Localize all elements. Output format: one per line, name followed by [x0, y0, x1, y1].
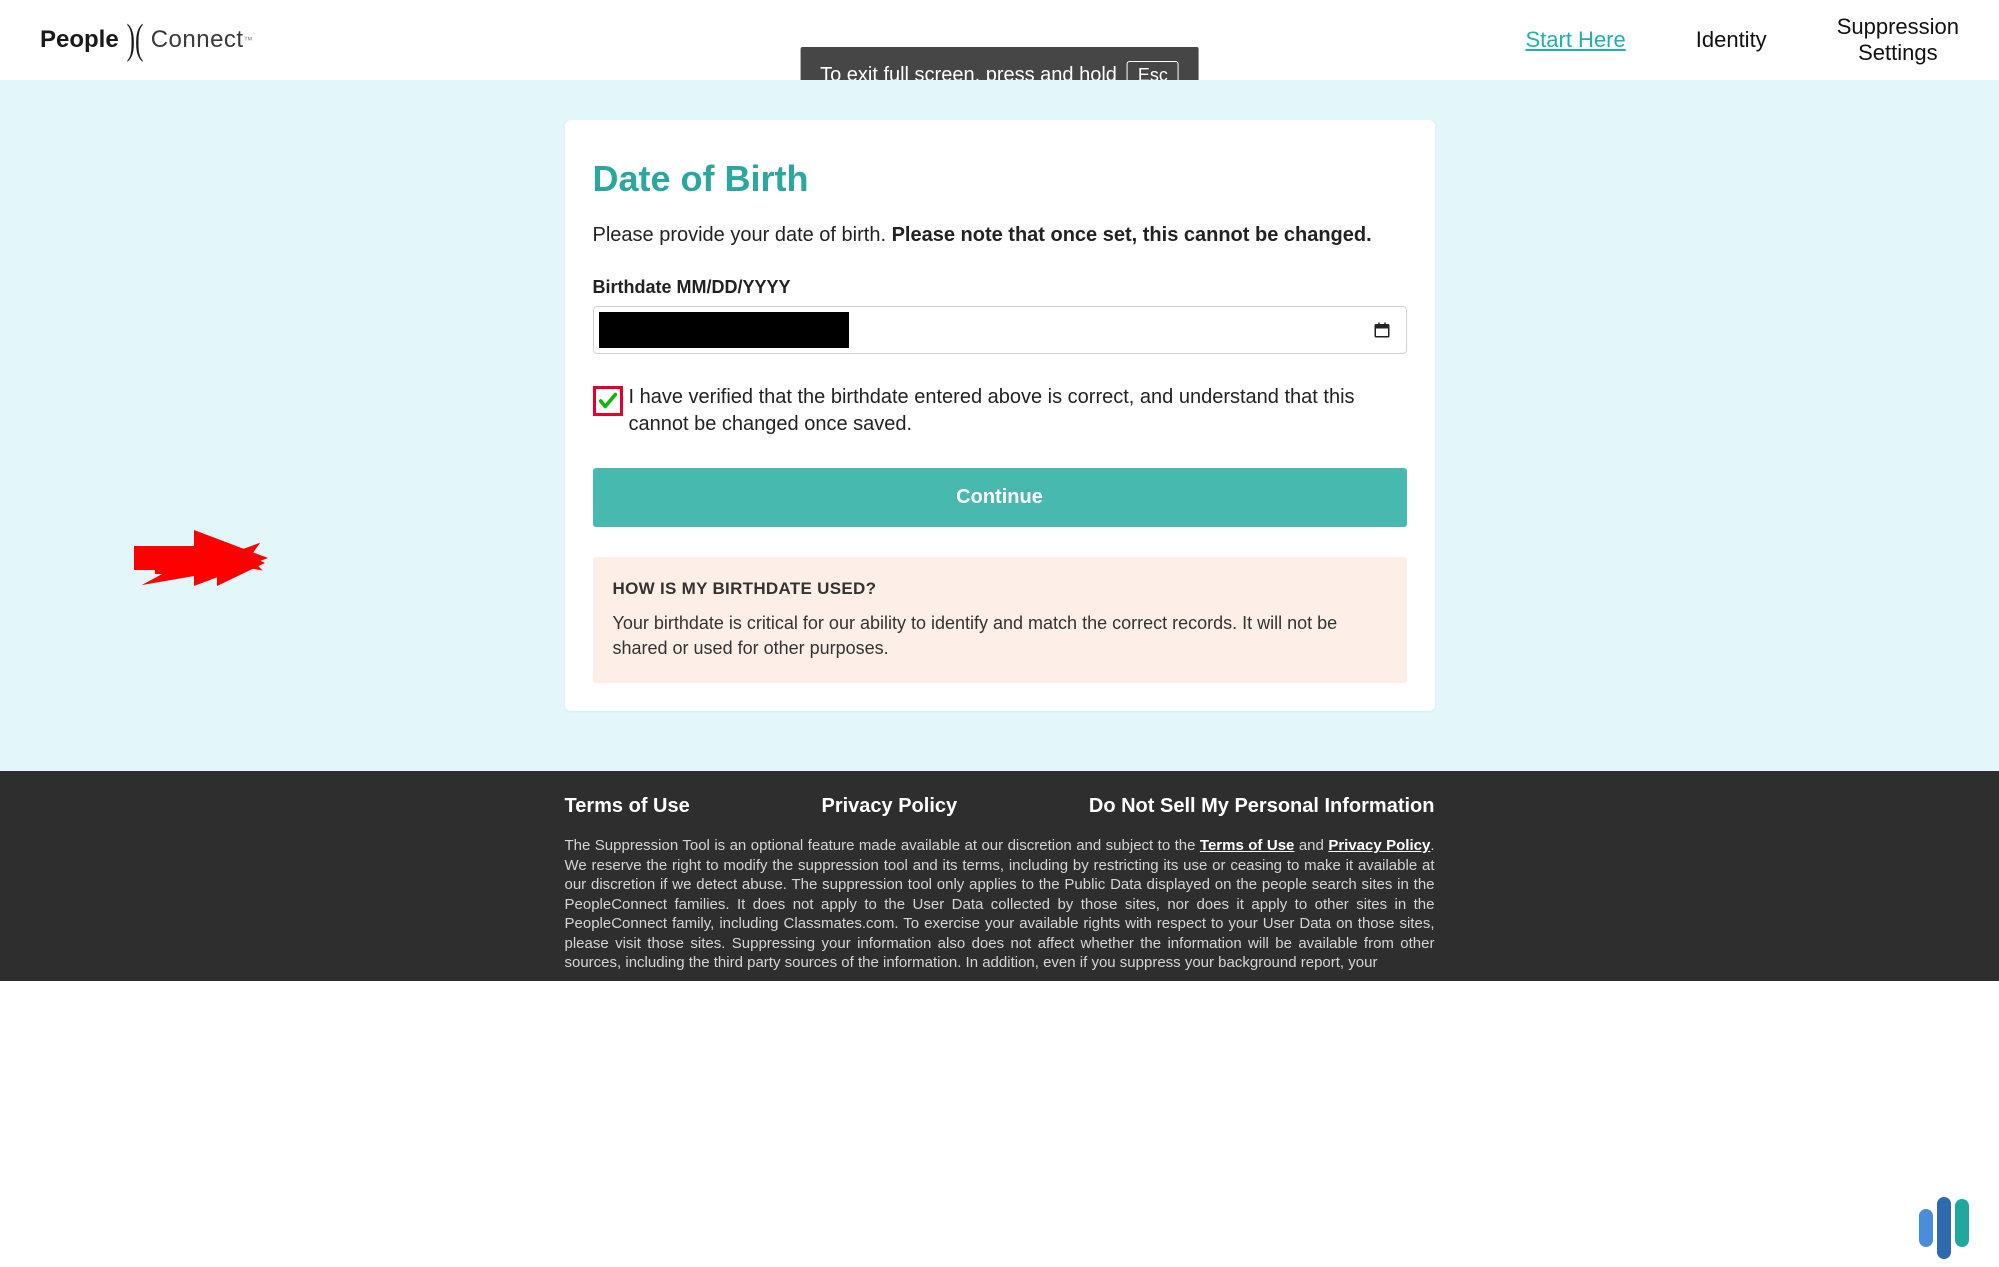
- footer-terms-link[interactable]: Terms of Use: [565, 795, 690, 818]
- disclaimer-p2: . We reserve the right to modify the sup…: [565, 837, 1435, 971]
- footer: Terms of Use Privacy Policy Do Not Sell …: [0, 771, 1999, 981]
- disclaimer-and: and: [1294, 837, 1328, 854]
- continue-button[interactable]: Continue: [593, 468, 1407, 527]
- dob-card: Date of Birth Please provide your date o…: [565, 120, 1435, 711]
- verify-checkbox-label: I have verified that the birthdate enter…: [629, 384, 1407, 438]
- card-desc-plain: Please provide your date of birth.: [593, 224, 892, 246]
- disclaimer-terms-link[interactable]: Terms of Use: [1200, 837, 1294, 854]
- birthdate-label: Birthdate MM/DD/YYYY: [593, 277, 1407, 298]
- footer-disclaimer: The Suppression Tool is an optional feat…: [565, 836, 1435, 973]
- card-title: Date of Birth: [593, 158, 1407, 200]
- footer-dns-link[interactable]: Do Not Sell My Personal Information: [1089, 795, 1435, 818]
- chat-widget-icon[interactable]: [1919, 1197, 1969, 1247]
- card-description: Please provide your date of birth. Pleas…: [593, 224, 1407, 247]
- nav-suppression-l2: Settings: [1858, 40, 1938, 66]
- check-icon: [597, 390, 619, 412]
- main-area: Date of Birth Please provide your date o…: [0, 80, 1999, 771]
- nav-start-here[interactable]: Start Here: [1525, 27, 1625, 53]
- disclaimer-p1: The Suppression Tool is an optional feat…: [565, 837, 1200, 854]
- info-box-title: HOW IS MY BIRTHDATE USED?: [613, 579, 1387, 599]
- redaction-block: [599, 312, 849, 348]
- birthdate-input-wrap: [593, 306, 1407, 354]
- footer-privacy-link[interactable]: Privacy Policy: [821, 795, 957, 818]
- logo-text-connect: Connect: [151, 26, 244, 54]
- card-desc-bold: Please note that once set, this cannot b…: [892, 224, 1372, 246]
- nav-identity[interactable]: Identity: [1696, 27, 1767, 53]
- nav-suppression-settings[interactable]: Suppression Settings: [1837, 14, 1959, 67]
- info-box-text: Your birthdate is critical for our abili…: [613, 611, 1387, 661]
- logo[interactable]: People )( Connect ™: [40, 16, 253, 64]
- widget-bar-1: [1919, 1209, 1933, 1247]
- verify-checkbox[interactable]: [593, 386, 623, 416]
- logo-text-people: People: [40, 26, 119, 54]
- logo-tm: ™: [244, 35, 253, 45]
- disclaimer-privacy-link[interactable]: Privacy Policy: [1328, 837, 1430, 854]
- annotation-arrow-icon: [130, 530, 270, 600]
- calendar-icon[interactable]: [1373, 321, 1391, 339]
- widget-bar-2: [1937, 1197, 1951, 1259]
- verify-checkbox-row: I have verified that the birthdate enter…: [593, 384, 1407, 438]
- logo-mark-icon: )(: [126, 16, 143, 64]
- info-box: HOW IS MY BIRTHDATE USED? Your birthdate…: [593, 557, 1407, 683]
- widget-bar-3: [1955, 1199, 1969, 1247]
- nav-suppression-l1: Suppression: [1837, 14, 1959, 40]
- red-arrow-annotation: [134, 524, 274, 594]
- top-nav: Start Here Identity Suppression Settings: [1525, 14, 1959, 67]
- footer-links: Terms of Use Privacy Policy Do Not Sell …: [565, 795, 1435, 818]
